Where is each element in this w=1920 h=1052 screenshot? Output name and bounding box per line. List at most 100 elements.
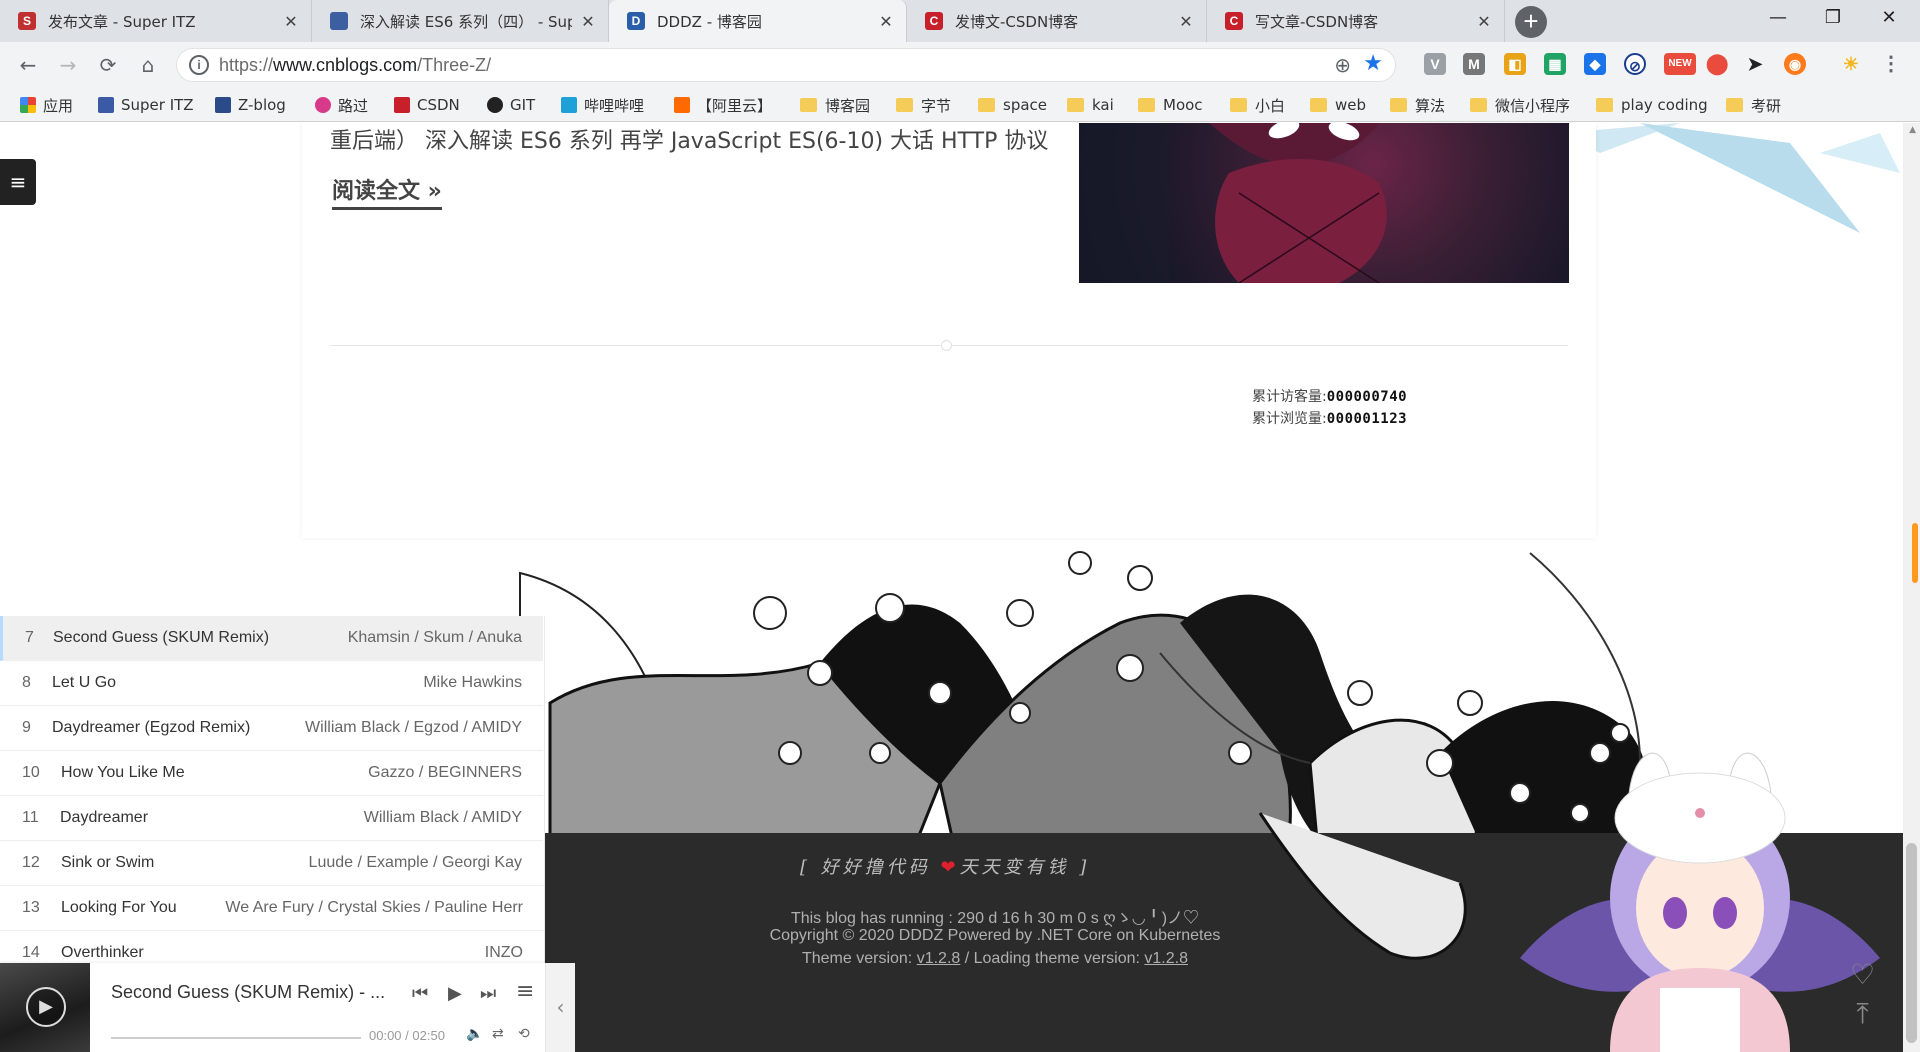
bookmark-superitz[interactable]: Super ITZ bbox=[98, 94, 194, 116]
cover-play-icon[interactable]: ▶ bbox=[26, 987, 66, 1027]
heart-icon[interactable]: ♡ bbox=[1850, 958, 1875, 991]
close-icon[interactable]: ✕ bbox=[1476, 12, 1492, 31]
bookmark-star-icon[interactable]: ★ bbox=[1363, 51, 1383, 76]
tab-title: DDDZ - 博客园 bbox=[657, 12, 762, 31]
new-tab-button[interactable]: + bbox=[1515, 6, 1547, 38]
bookmark-apps[interactable]: 应用 bbox=[20, 94, 73, 116]
folder-icon bbox=[896, 98, 913, 112]
bookmark-folder[interactable]: 微信小程序 bbox=[1470, 94, 1570, 116]
bookmark-label: 博客园 bbox=[825, 96, 871, 115]
post-thumbnail-image[interactable] bbox=[1079, 123, 1569, 283]
url-path: /Three-Z/ bbox=[417, 55, 492, 75]
tab-0[interactable]: S 发布文章 - Super ITZ ✕ bbox=[0, 0, 312, 42]
slogan-right: 天天变有钱 ] bbox=[959, 857, 1091, 878]
bookmark-folder[interactable]: 博客园 bbox=[800, 94, 870, 116]
playlist-item[interactable]: 11 Daydreamer William Black / AMIDY bbox=[0, 796, 543, 841]
playlist-item[interactable]: 7 Second Guess (SKUM Remix) Khamsin / Sk… bbox=[0, 616, 543, 661]
bookmark-csdn[interactable]: CSDN bbox=[394, 94, 460, 116]
time-separator: / bbox=[401, 1028, 413, 1043]
volume-icon[interactable]: 🔈 bbox=[466, 1026, 483, 1042]
progress-bar[interactable] bbox=[111, 1037, 361, 1039]
loop-icon[interactable]: ⟲ bbox=[518, 1026, 530, 1042]
close-icon[interactable]: ✕ bbox=[283, 12, 299, 31]
theme-version-link[interactable]: v1.2.8 bbox=[917, 950, 961, 967]
tab-1[interactable]: 深入解读 ES6 系列（四） - Super ✕ bbox=[312, 0, 609, 42]
page-scrollbar[interactable]: ▲ bbox=[1903, 123, 1920, 1052]
album-cover[interactable]: ▶ bbox=[0, 963, 90, 1052]
close-icon[interactable]: ✕ bbox=[878, 12, 894, 31]
side-menu-button[interactable]: ≡ bbox=[0, 159, 36, 205]
playlist-item[interactable]: 12 Sink or Swim Luude / Example / Georgi… bbox=[0, 841, 543, 886]
restore-button[interactable]: ❐ bbox=[1810, 0, 1856, 36]
bookmark-folder[interactable]: 小白 bbox=[1230, 94, 1285, 116]
read-more-link[interactable]: 阅读全文 » bbox=[332, 173, 442, 210]
site-info-icon[interactable]: i bbox=[189, 55, 209, 75]
extension-cursor-icon[interactable]: ➤ bbox=[1744, 53, 1766, 75]
address-url[interactable]: https://www.cnblogs.com/Three-Z/ bbox=[219, 55, 491, 76]
playlist-item[interactable]: 8 Let U Go Mike Hawkins bbox=[0, 661, 543, 706]
bookmark-folder[interactable]: 考研 bbox=[1726, 94, 1781, 116]
pennant-decoration bbox=[1560, 123, 1900, 233]
cnblogs-icon: D bbox=[627, 12, 645, 30]
extension-block-icon[interactable]: ⊘ bbox=[1624, 53, 1646, 75]
extension-orange-icon[interactable]: ◉ bbox=[1784, 53, 1806, 75]
extension-vue-icon[interactable]: V bbox=[1424, 53, 1446, 75]
extension-new-badge[interactable]: NEW bbox=[1664, 53, 1696, 75]
prev-icon[interactable]: ⏮ bbox=[412, 983, 428, 1004]
playlist-item[interactable]: 9 Daydreamer (Egzod Remix) William Black… bbox=[0, 706, 543, 751]
close-icon[interactable]: ✕ bbox=[580, 12, 596, 31]
bookmark-git[interactable]: GIT bbox=[487, 94, 535, 116]
back-button[interactable]: ← bbox=[14, 51, 42, 79]
live2d-mascot[interactable] bbox=[1510, 718, 1890, 1052]
bookmark-folder[interactable]: web bbox=[1310, 94, 1366, 116]
bookmark-folder[interactable]: Mooc bbox=[1138, 94, 1203, 116]
playlist-item[interactable]: 13 Looking For You We Are Fury / Crystal… bbox=[0, 886, 545, 931]
folder-icon bbox=[1138, 98, 1155, 112]
tab-2[interactable]: D DDDZ - 博客园 ✕ bbox=[609, 0, 907, 42]
bookmark-zblog[interactable]: Z-blog bbox=[215, 94, 286, 116]
scroll-thumb[interactable] bbox=[1906, 843, 1917, 1043]
back-to-top-icon[interactable]: ⤒ bbox=[1850, 997, 1875, 1031]
loading-version-link[interactable]: v1.2.8 bbox=[1144, 950, 1188, 967]
zoom-icon[interactable]: ⊕ bbox=[1334, 53, 1351, 77]
window-close-button[interactable]: ✕ bbox=[1866, 0, 1912, 36]
bookmark-bilibili[interactable]: 哔哩哔哩 bbox=[561, 94, 644, 116]
playlist-item[interactable]: 14 Overthinker INZO bbox=[0, 931, 545, 963]
bookmark-folder[interactable]: space bbox=[978, 94, 1047, 116]
bookmark-folder[interactable]: 算法 bbox=[1390, 94, 1445, 116]
bookmark-folder[interactable]: 字节 bbox=[896, 94, 951, 116]
next-icon[interactable]: ⏭ bbox=[480, 983, 496, 1004]
extension-sheet-icon[interactable]: ▦ bbox=[1544, 53, 1566, 75]
extension-pin-icon[interactable]: ⬤ bbox=[1706, 53, 1728, 75]
tab-3[interactable]: C 发博文-CSDN博客 ✕ bbox=[907, 0, 1207, 42]
minimize-button[interactable]: — bbox=[1755, 0, 1801, 36]
theme-version-label: Theme version: bbox=[801, 950, 917, 967]
track-artist: Khamsin / Skum / Anuka bbox=[347, 629, 522, 646]
track-artist: William Black / AMIDY bbox=[363, 809, 522, 826]
playlist-item[interactable]: 10 How You Like Me Gazzo / BEGINNERS bbox=[0, 751, 543, 796]
track-index: 13 bbox=[22, 899, 40, 916]
forward-button[interactable]: → bbox=[54, 51, 82, 79]
collapse-player-icon[interactable]: ‹ bbox=[545, 963, 575, 1052]
reload-button[interactable]: ⟳ bbox=[94, 51, 122, 79]
folder-icon bbox=[1390, 98, 1407, 112]
home-button[interactable]: ⌂ bbox=[134, 51, 162, 79]
playlist-toggle-icon[interactable]: ≡ bbox=[516, 979, 534, 1004]
extension-grid-icon[interactable]: ◧ bbox=[1504, 53, 1526, 75]
bookmark-folder[interactable]: play coding bbox=[1596, 94, 1708, 116]
extension-mail-icon[interactable]: M bbox=[1463, 53, 1485, 75]
browser-menu-icon[interactable]: ⋮ bbox=[1880, 53, 1902, 75]
bookmark-luguo[interactable]: 路过 bbox=[315, 94, 368, 116]
bookmark-aliyun[interactable]: 【阿里云】 bbox=[674, 94, 772, 116]
bookmark-folder[interactable]: kai bbox=[1067, 94, 1114, 116]
scroll-up-arrow-icon[interactable]: ▲ bbox=[1909, 125, 1916, 135]
extension-weather-icon[interactable]: ☀ bbox=[1840, 53, 1862, 75]
close-icon[interactable]: ✕ bbox=[1178, 12, 1194, 31]
play-icon[interactable]: ▶ bbox=[448, 983, 462, 1004]
shuffle-icon[interactable]: ⇄ bbox=[492, 1026, 504, 1042]
url-host: www.cnblogs.com bbox=[273, 55, 418, 75]
track-artist: Gazzo / BEGINNERS bbox=[368, 764, 522, 781]
extension-cube-icon[interactable]: ◆ bbox=[1584, 53, 1606, 75]
tab-4[interactable]: C 写文章-CSDN博客 ✕ bbox=[1207, 0, 1505, 42]
address-bar[interactable]: i https://www.cnblogs.com/Three-Z/ ⊕ ★ bbox=[176, 48, 1396, 82]
